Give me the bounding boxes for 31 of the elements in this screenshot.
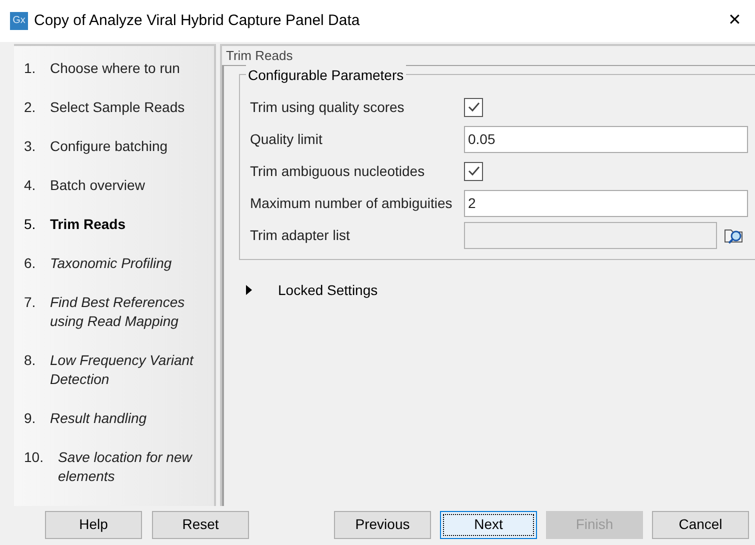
input-field[interactable]: 0.05: [464, 126, 748, 152]
parameter-label: Trim ambiguous nucleotides: [250, 162, 426, 181]
group-title: Configurable Parameters: [246, 65, 406, 86]
wizard-step[interactable]: 6. Taxonomic Profiling: [24, 254, 214, 273]
wizard-step[interactable]: 2. Select Sample Reads: [24, 98, 214, 117]
wizard-step[interactable]: 3. Configure batching: [24, 137, 214, 156]
checkbox[interactable]: [464, 162, 483, 180]
wizard-step[interactable]: 9. Result handling: [24, 409, 214, 428]
parameter-label: Maximum number of ambiguities: [250, 194, 454, 213]
wizard-step[interactable]: 5. Trim Reads: [24, 215, 214, 234]
checkmark-icon: [466, 164, 480, 178]
wizard-step[interactable]: 4. Batch overview: [24, 176, 214, 195]
input-field[interactable]: 2: [464, 190, 748, 216]
wizard-step[interactable]: 8. Low Frequency Variant Detection: [24, 351, 214, 389]
parameter-label: Trim adapter list: [250, 226, 351, 245]
help-button[interactable]: Help: [45, 510, 142, 538]
parameter-label: Trim using quality scores: [250, 98, 406, 117]
close-button[interactable]: ✕: [728, 9, 745, 33]
dialog-button[interactable]: Next: [440, 510, 537, 538]
parameter-label: Quality limit: [250, 130, 324, 149]
app-logo: Gx: [10, 12, 28, 30]
dialog-button[interactable]: Cancel: [652, 510, 749, 538]
wizard-step[interactable]: 7. Find Best References using Read Mapping: [24, 293, 214, 331]
checkmark-icon: [466, 100, 480, 114]
wizard-step[interactable]: 10. Save location for new elements: [24, 448, 214, 486]
wizard-step[interactable]: 1. Choose where to run: [24, 59, 214, 78]
dialog-button[interactable]: Previous: [334, 510, 431, 538]
reset-button[interactable]: Reset: [152, 510, 249, 538]
locked-settings-toggle[interactable]: Locked Settings: [239, 278, 755, 302]
checkbox[interactable]: [464, 98, 483, 116]
window-title: Copy of Analyze Viral Hybrid Capture Panel Data: [34, 10, 360, 31]
